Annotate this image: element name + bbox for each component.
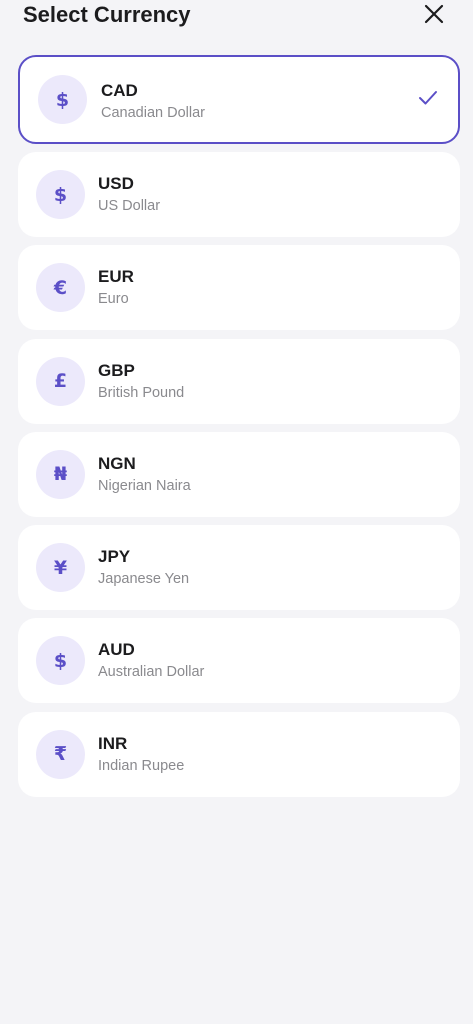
currency-item-gbp[interactable]: £ GBP British Pound [18, 338, 460, 424]
currency-name: Nigerian Naira [98, 477, 191, 494]
currency-symbol-icon: ₦ [36, 449, 85, 499]
currency-code: GBP [98, 360, 135, 380]
currency-name: US Dollar [98, 198, 161, 214]
currency-symbol-icon: $ [36, 636, 85, 686]
currency-picker-screen: Select Currency $ CAD Canadian Dollar $ … [0, 0, 473, 1024]
currency-item-cad[interactable]: $ CAD Canadian Dollar [18, 55, 460, 144]
currency-symbol-icon: $ [36, 170, 85, 219]
page-title: Select Currency [23, 2, 191, 27]
currency-code: EUR [98, 267, 134, 287]
currency-symbol-icon: ₹ [36, 729, 85, 779]
currency-code: NGN [98, 453, 136, 473]
currency-item-ngn[interactable]: ₦ NGN Nigerian Naira [18, 431, 460, 517]
currency-symbol-icon: ¥ [36, 543, 85, 593]
currency-name: Euro [98, 291, 129, 308]
currency-symbol-icon: € [36, 263, 85, 313]
currency-item-eur[interactable]: € EUR Euro [18, 245, 460, 331]
checkmark-icon [419, 91, 437, 105]
close-button[interactable] [423, 3, 445, 25]
currency-list: $ CAD Canadian Dollar $ USD US Dollar € … [18, 55, 460, 805]
currency-symbol-icon: £ [36, 356, 85, 406]
currency-code: JPY [98, 547, 131, 567]
currency-name: Australian Dollar [98, 664, 205, 681]
header: Select Currency [0, 0, 473, 36]
currency-name: Canadian Dollar [101, 105, 205, 121]
currency-name: Indian Rupee [98, 757, 185, 774]
currency-code: AUD [98, 640, 135, 660]
currency-code: USD [98, 174, 134, 193]
close-icon [424, 4, 444, 24]
currency-name: British Pound [98, 384, 185, 401]
currency-symbol-icon: $ [38, 75, 87, 124]
currency-name: Japanese Yen [98, 571, 190, 588]
currency-item-aud[interactable]: $ AUD Australian Dollar [18, 618, 460, 704]
currency-item-usd[interactable]: $ USD US Dollar [18, 152, 460, 237]
currency-code: CAD [101, 81, 138, 100]
currency-item-inr[interactable]: ₹ INR Indian Rupee [18, 711, 460, 797]
currency-code: INR [98, 733, 128, 753]
currency-item-jpy[interactable]: ¥ JPY Japanese Yen [18, 525, 460, 611]
